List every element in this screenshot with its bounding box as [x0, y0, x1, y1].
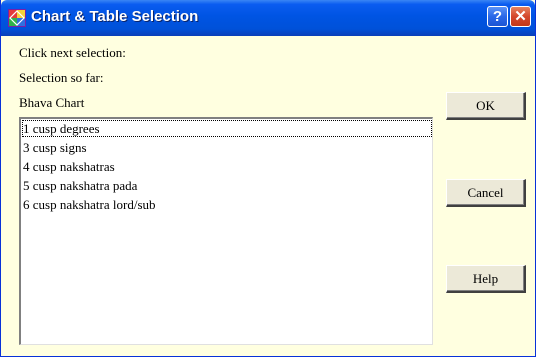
list-item[interactable]: 1 cusp degrees [22, 120, 432, 137]
chart-table-selection-dialog: Chart & Table Selection ? ✕ Click next s… [0, 0, 536, 357]
cancel-button[interactable]: Cancel [446, 179, 526, 207]
list-item[interactable]: 3 cusp signs [22, 139, 87, 156]
close-icon: ✕ [514, 8, 527, 25]
title-bar[interactable]: Chart & Table Selection ? ✕ [1, 0, 535, 36]
window-title: Chart & Table Selection [31, 8, 199, 25]
selection-so-far-label: Selection so far: [19, 70, 104, 85]
title-help-button[interactable]: ? [487, 6, 508, 27]
question-icon: ? [492, 8, 503, 25]
list-item[interactable]: 4 cusp nakshatras [22, 158, 115, 175]
selection-listbox[interactable]: 1 cusp degrees 3 cusp signs 4 cusp naksh… [19, 117, 433, 345]
instruction-label: Click next selection: [19, 45, 126, 60]
help-button[interactable]: Help [446, 265, 526, 293]
chart-app-icon [8, 9, 26, 27]
title-close-button[interactable]: ✕ [510, 6, 531, 27]
list-item[interactable]: 5 cusp nakshatra pada [22, 177, 137, 194]
ok-button[interactable]: OK [446, 92, 526, 120]
list-item[interactable]: 6 cusp nakshatra lord/sub [22, 196, 156, 213]
current-selection-value: Bhava Chart [19, 95, 85, 110]
